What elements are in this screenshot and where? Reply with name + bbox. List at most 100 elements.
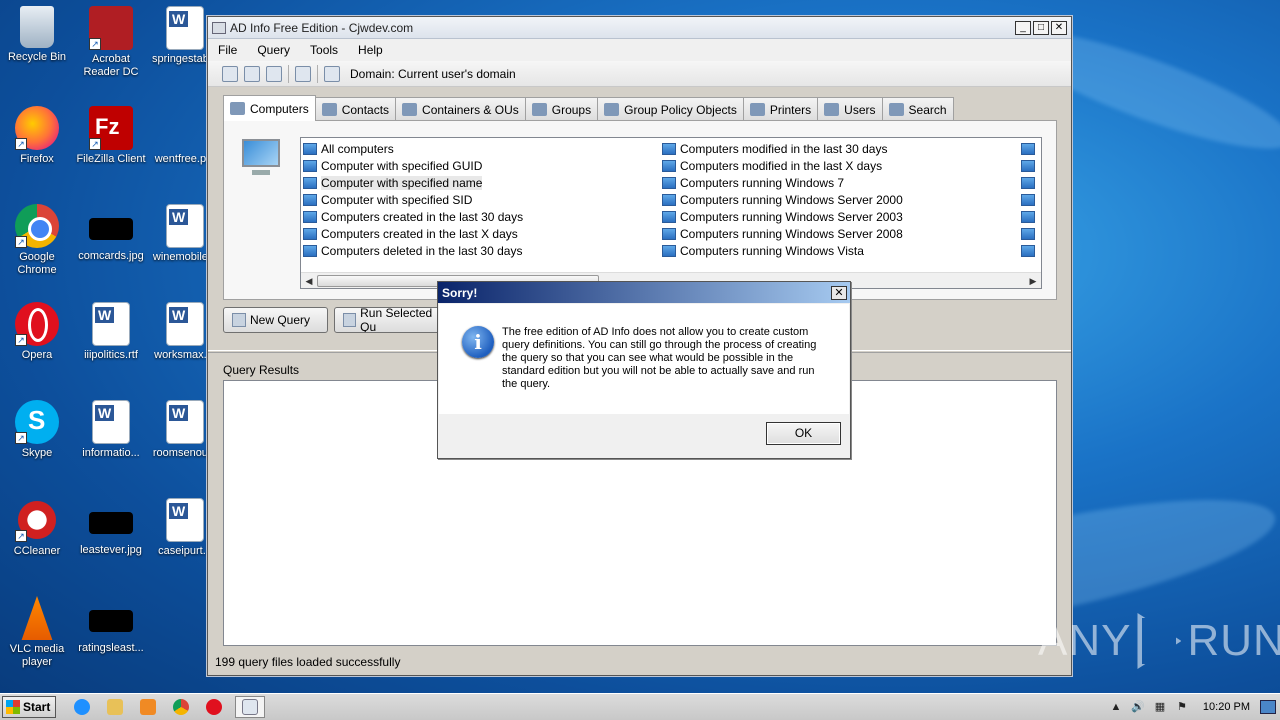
tab-label: Groups [551,102,592,117]
tab-label: Contacts [341,102,390,117]
desktop-icon-iiipolitics[interactable]: iiipolitics.rtf [74,302,148,362]
tab-users[interactable]: Users [817,97,883,121]
list-item[interactable]: Computers running Windows Server 2008 [662,225,903,242]
list-item[interactable] [1021,174,1039,191]
menu-help[interactable]: Help [358,43,383,57]
menu-tools[interactable]: Tools [310,43,338,57]
desktop-icon-recycle-bin[interactable]: Recycle Bin [0,6,74,64]
refresh-tool-icon[interactable] [295,65,311,82]
list-item[interactable]: Computers modified in the last 30 days [662,140,903,157]
list-item[interactable]: Computers deleted in the last 30 days [303,242,523,259]
list-item[interactable] [1021,140,1039,157]
tab-computers[interactable]: Computers [223,95,316,121]
minimize-icon[interactable]: _ [1015,20,1031,35]
close-icon[interactable]: ✕ [1051,20,1067,35]
desktop-icon-filezilla[interactable]: ↗ FileZilla Client [74,106,148,166]
word-document-icon [166,204,204,248]
taskbar-explorer[interactable] [103,696,127,718]
list-item[interactable] [1021,191,1039,208]
desktop-icon-acrobat[interactable]: ↗ Acrobat Reader DC [74,6,148,79]
toolbar-separator [288,64,289,83]
app-icon [212,21,226,34]
dialog-titlebar[interactable]: Sorry! ✕ [438,282,850,303]
list-item[interactable]: Computers created in the last X days [303,225,523,242]
scroll-left-icon[interactable]: ◀ [302,274,316,288]
firefox-icon: ↗ [15,106,59,150]
shortcut-arrow-icon: ↗ [15,432,27,444]
list-item[interactable]: Computers modified in the last X days [662,157,903,174]
window-titlebar[interactable]: AD Info Free Edition - Cjwdev.com _ □ ✕ [208,17,1071,39]
list-item-label: Computers deleted in the last 30 days [321,243,523,258]
domain-label[interactable]: Domain: Current user's domain [350,67,516,81]
new-query-tool-icon[interactable] [222,65,238,82]
show-hidden-icons-icon[interactable]: ▲ [1109,700,1123,714]
taskbar-chrome[interactable] [169,696,193,718]
desktop-icon-skype[interactable]: ↗ Skype [0,400,74,460]
clock[interactable]: 10:20 PM [1203,701,1250,713]
computer-icon [303,244,317,257]
system-tray: ▲ 🔊 ▦ ⚑ 10:20 PM [1109,694,1280,720]
desktop-icon-ccleaner[interactable]: ↗ CCleaner [0,498,74,558]
list-item[interactable] [1021,242,1039,259]
list-item[interactable]: All computers [303,140,523,157]
start-button[interactable]: Start [2,696,56,718]
desktop-icon-ratingsleast[interactable]: ratingsleast... [74,596,148,655]
menu-query[interactable]: Query [257,43,290,57]
tab-containers[interactable]: Containers & OUs [395,97,526,121]
desktop-icon-firefox[interactable]: ↗ Firefox [0,106,74,166]
taskbar-media-player[interactable] [136,696,160,718]
delete-query-tool-icon[interactable] [266,65,282,82]
shortcut-arrow-icon: ↗ [15,530,27,542]
run-query-label: Run Selected Qu [360,307,433,333]
taskbar-ie[interactable] [70,696,94,718]
taskbar-opera[interactable] [202,696,226,718]
new-query-button[interactable]: New Query [223,307,328,333]
list-item-selected[interactable]: Computer with specified name [303,174,523,191]
close-icon[interactable]: ✕ [831,285,847,300]
word-document-icon [166,400,204,444]
desktop-icon-label: ratingsleast... [78,642,144,654]
tab-search[interactable]: Search [881,97,954,121]
list-item[interactable]: Computers running Windows 7 [662,174,903,191]
maximize-icon[interactable]: □ [1033,20,1049,35]
show-desktop-icon[interactable] [1260,700,1276,714]
list-item[interactable]: Computers running Windows Server 2000 [662,191,903,208]
ad-info-icon [242,699,258,715]
list-item[interactable] [1021,225,1039,242]
action-center-flag-icon[interactable]: ⚑ [1175,700,1189,714]
desktop-icon-vlc[interactable]: VLC media player [0,596,74,669]
desktop-icon-leastever[interactable]: leastever.jpg [74,498,148,557]
desktop-icon-chrome[interactable]: ↗ Google Chrome [0,204,74,277]
computer-icon [230,102,245,115]
desktop-icon-comcards[interactable]: comcards.jpg [74,204,148,263]
network-icon[interactable]: ▦ [1153,700,1167,714]
list-item[interactable]: Computer with specified SID [303,191,523,208]
computer-icon [303,142,317,155]
tab-groups[interactable]: Groups [524,97,599,121]
list-item-label: Computers running Windows Server 2008 [680,226,903,241]
list-item[interactable]: Computers created in the last 30 days [303,208,523,225]
edit-query-tool-icon[interactable] [244,65,260,82]
computer-icon [303,159,317,172]
query-category-tabs: Computers Contacts Containers & OUs Grou… [223,95,954,121]
list-item-label: Computers running Windows Server 2003 [680,209,903,224]
run-selected-query-button[interactable]: Run Selected Qu [334,307,446,333]
tab-group-policy-objects[interactable]: Group Policy Objects [597,97,744,121]
desktop-icon-opera[interactable]: ↗ Opera [0,302,74,362]
desktop-icon-informatio[interactable]: informatio... [74,400,148,460]
list-item[interactable]: Computer with specified GUID [303,157,523,174]
menu-file[interactable]: File [218,43,237,57]
list-item[interactable]: Computers running Windows Vista [662,242,903,259]
scroll-right-icon[interactable]: ▶ [1026,274,1040,288]
taskbar-ad-info[interactable] [235,696,265,718]
desktop-icon-label: CCleaner [13,545,61,557]
query-list-column-3 [1021,140,1039,259]
volume-icon[interactable]: 🔊 [1131,700,1145,714]
search-icon [888,103,904,116]
tab-printers[interactable]: Printers [742,97,819,121]
ok-button[interactable]: OK [766,422,841,445]
list-item[interactable] [1021,157,1039,174]
tab-contacts[interactable]: Contacts [314,97,397,121]
list-item[interactable] [1021,208,1039,225]
list-item[interactable]: Computers running Windows Server 2003 [662,208,903,225]
